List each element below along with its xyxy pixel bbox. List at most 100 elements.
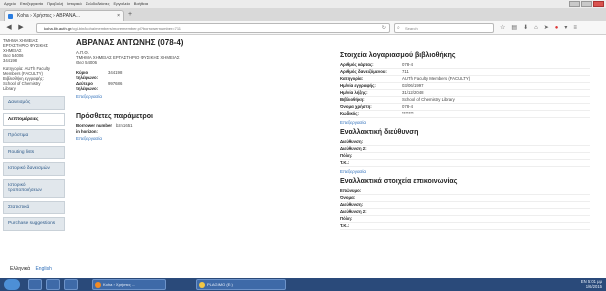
maximize-button[interactable] [581, 1, 592, 7]
detail-row: Διεύθυνση 2: [340, 146, 590, 153]
download-icon[interactable]: ⬇ [523, 23, 528, 33]
detail-value: ******* [402, 111, 414, 116]
sidebar-item[interactable]: Ιστορικό τροποποιήσεων [3, 178, 65, 198]
sidebar-item[interactable]: Πρόστιμα [3, 129, 65, 143]
edit-alt-address-link[interactable]: Επεξεργασία [340, 169, 590, 174]
browser-tab[interactable]: Koha › Χρήστες › ΑΒΡΑΝΑ... × [4, 10, 124, 21]
detail-row: Κωδικός: ******* [340, 111, 590, 118]
taskbar-app-explorer[interactable]: PLAGIMO (E:) [196, 279, 286, 290]
patron-summary: ΤΜΗΜΑ ΧΗΜΕΙΑΣ ΕΡΓΑΣΤΗΡΙΟ ΦΥΣΙΚΗΣ ΧΗΜΕΙΑΣ Θε… [0, 36, 68, 93]
search-box[interactable]: ⌕ Search [394, 23, 494, 33]
edit-account-link[interactable]: Επεξεργασία [340, 120, 590, 125]
detail-row: Διεύθυνση 2: [340, 209, 590, 216]
detail-value: 31/12/2048 [402, 90, 424, 95]
alt-contact-table: Επώνυμο: Όνομα: Διεύθυνση: Διεύθυνση 2: Πόλη… [340, 188, 590, 230]
menu-item[interactable]: Αρχείο [4, 1, 16, 6]
addon-icon[interactable]: ● [555, 23, 559, 33]
back-icon[interactable]: ◀ [4, 23, 14, 33]
toolbar-icons: ☆ ▤ ⬇ ⌂ ➤ ● ▾ ≡ [500, 23, 577, 33]
detail-row: Ημ/νία λήξης: 31/12/2048 [340, 90, 590, 97]
pocket-icon[interactable]: ▾ [564, 23, 567, 33]
close-window-button[interactable] [593, 1, 604, 7]
extra-attribute-label: Borrower number in horizon: [76, 122, 113, 134]
phone-row: Κύριο τηλέφωνο: 344198 [76, 70, 338, 81]
home-icon[interactable]: ⌂ [534, 23, 538, 33]
patron-name-title: ΑΒΡΑΝΑΣ ΑΝΤΩΝΗΣ (078-4) [76, 38, 184, 47]
sidebar-item[interactable]: Purchase suggestions [3, 217, 65, 231]
account-table: Αριθμός κάρτας: 078-4 Αριθμός δανειζόμενου… [340, 62, 590, 118]
detail-value: School of Chemistry Library [402, 97, 455, 102]
explorer-pinned-icon[interactable] [46, 279, 60, 290]
lang-current: Ελληνικά [10, 266, 31, 272]
menu-item[interactable]: Ιστορικό [67, 1, 82, 6]
media-pinned-icon[interactable] [64, 279, 78, 290]
reload-icon[interactable]: ↻ [382, 24, 386, 32]
extra-attribute-row: Borrower number in horizon: bzn1651 [76, 123, 338, 134]
taskbar-app-firefox[interactable]: Koha › Χρήστες ... [92, 279, 166, 290]
phone-label: Δεύτερο τηλέφωνο: [76, 80, 99, 92]
menu-item[interactable]: Σελιδοδείκτες [86, 1, 110, 6]
phone-value: 997686 [108, 80, 123, 86]
extra-attributes-title: Πρόσθετες παράμετροι [76, 112, 153, 120]
navigation-bar: ◀ ▶ koha.lib.auth.gr/cgi-bin/koha/member… [0, 21, 606, 35]
phone-value: 344198 [108, 69, 123, 75]
detail-label: Διεύθυνση 2: [340, 209, 367, 214]
folder-icon [199, 282, 205, 288]
address-bar[interactable]: koha.lib.auth.gr/cgi-bin/koha/members/mo… [36, 23, 390, 33]
edit-extra-link[interactable]: Επεξεργασία [76, 136, 338, 141]
sidebar-item[interactable]: Λεπτομέρειες [3, 112, 65, 126]
new-tab-icon[interactable]: + [128, 11, 132, 18]
detail-row: Όνομα χρήστη: 078-4 [340, 104, 590, 111]
tray-date: 1/6/2015 [585, 284, 602, 289]
search-icon: ⌕ [397, 25, 400, 31]
browser-menubar: Αρχείο Επεξεργασία Προβολή Ιστορικό Σελιδοδε… [0, 0, 606, 8]
detail-label: Όνομα: [340, 195, 356, 200]
bookmarks-icon[interactable]: ▤ [511, 23, 517, 33]
send-icon[interactable]: ➤ [544, 23, 549, 33]
close-tab-icon[interactable]: × [117, 11, 120, 21]
alt-address-table: Διεύθυνση: Διεύθυνση 2: Πόλη: Τ.Κ.: [340, 139, 590, 167]
forward-icon[interactable]: ▶ [16, 23, 26, 33]
sidebar-item[interactable]: Στατιστικά [3, 200, 65, 214]
detail-row: Ημ/νία εγγραφής: 03/06/1997 [340, 83, 590, 90]
sidebar-item[interactable]: Ιστορικό δανεισμών [3, 162, 65, 176]
detail-label: Διεύθυνση 2: [340, 146, 367, 151]
patron-phones: Κύριο τηλέφωνο: 344198 Δεύτερο τηλέφωνο: 99… [76, 70, 338, 92]
language-footer: Ελληνικά English [10, 266, 52, 272]
detail-label: Τ.Κ.: [340, 160, 350, 165]
detail-row: Πόλη: [340, 153, 590, 160]
patron-main: ΑΒΡΑΝΑΣ ΑΝΤΩΝΗΣ (078-4) Α.Π.Θ. ΤΜΗΜΑ ΧΗΜΕ… [76, 38, 338, 238]
menu-icon[interactable]: ≡ [573, 23, 577, 33]
alt-contact-title: Εναλλακτικά στοιχεία επικοινωνίας [340, 178, 458, 185]
detail-row: Βιβλιοθήκη: School of Chemistry Library [340, 97, 590, 104]
address-line: Θεσ 54006 [76, 60, 98, 66]
url-path: /cgi-bin/koha/members/moremember.pl?borr… [71, 26, 182, 31]
detail-label: Διεύθυνση: [340, 202, 364, 207]
menu-item[interactable]: Εργαλεία [114, 1, 130, 6]
alt-address-title: Εναλλακτική διεύθυνση [340, 129, 419, 136]
detail-row: Διεύθυνση: [340, 139, 590, 146]
detail-label: Κατηγορία: [340, 76, 364, 81]
detail-label: Βιβλιοθήκη: [340, 97, 365, 102]
patron-sidebar: ΤΜΗΜΑ ΧΗΜΕΙΑΣ ΕΡΓΑΣΤΗΡΙΟ ΦΥΣΙΚΗΣ ΧΗΜΕΙΑΣ Θε… [0, 36, 68, 258]
star-icon[interactable]: ☆ [500, 23, 505, 33]
detail-value: 078-4 [402, 104, 413, 109]
patron-details-right: Στοιχεία λογαριασμού βιβλιοθήκης Αριθμός… [340, 38, 590, 268]
start-button[interactable] [4, 279, 20, 290]
window-controls [569, 0, 604, 8]
tab-bar: Koha › Χρήστες › ΑΒΡΑΝΑ... × + [0, 8, 606, 21]
menu-item[interactable]: Επεξεργασία [20, 1, 43, 6]
detail-row: Αριθμός κάρτας: 078-4 [340, 62, 590, 69]
sidebar-item[interactable]: Routing lists [3, 145, 65, 159]
minimize-button[interactable] [569, 1, 580, 7]
sidebar-item[interactable]: Δανεισμός [3, 96, 65, 110]
lang-english-link[interactable]: English [35, 266, 51, 272]
patron-summary-line: Library [3, 86, 16, 91]
system-tray: EN 5:01 μμ 1/6/2015 [581, 279, 602, 289]
menu-item[interactable]: Βοήθεια [134, 1, 148, 6]
ie-pinned-icon[interactable] [28, 279, 42, 290]
menu-item[interactable]: Προβολή [47, 1, 63, 6]
edit-contact-link[interactable]: Επεξεργασία [76, 94, 338, 99]
menu-items[interactable]: Αρχείο Επεξεργασία Προβολή Ιστορικό Σελιδοδε… [4, 1, 152, 6]
detail-label: Διεύθυνση: [340, 139, 364, 144]
